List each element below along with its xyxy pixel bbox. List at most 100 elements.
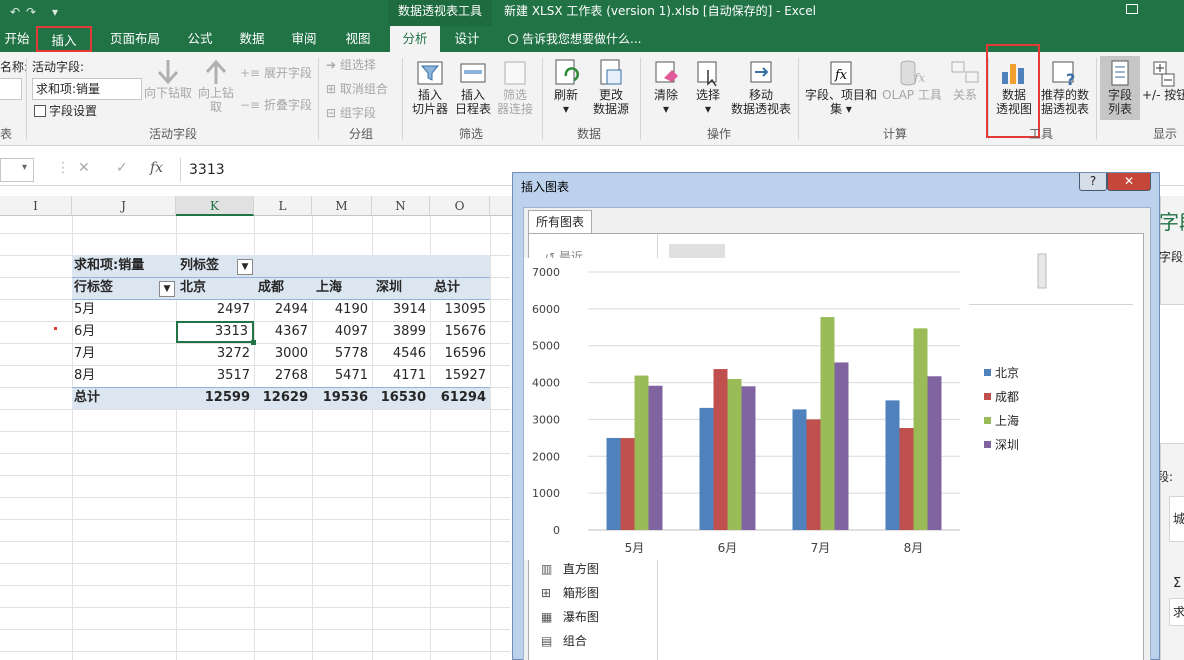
total-cell[interactable]: 16530 [372, 387, 430, 409]
side-combo[interactable]: ▤ 组合 [541, 632, 587, 649]
enter-icon[interactable]: ✓ [116, 160, 128, 176]
tab-home[interactable]: 开始 [0, 26, 34, 52]
cancel-icon[interactable]: ✕ [78, 160, 90, 176]
select-dropdown-icon: ▾ [704, 102, 712, 116]
bar-北京 [606, 437, 621, 530]
qat-customize-icon[interactable]: ▾ [52, 2, 58, 22]
insert-function-icon[interactable]: fx [150, 160, 163, 176]
pivot-cell[interactable]: 16596 [430, 343, 490, 365]
pivot-cell[interactable]: 3914 [372, 299, 430, 321]
side-histogram[interactable]: ▥ 直方图 [541, 560, 599, 577]
histogram-icon: ▥ [541, 562, 553, 576]
column-header-j[interactable]: J [72, 196, 176, 216]
pivot-chart-button[interactable]: 数据 透视图 [994, 58, 1034, 116]
close-button[interactable]: ✕ [1107, 173, 1151, 191]
pivot-cell[interactable]: 13095 [430, 299, 490, 321]
column-header-n[interactable]: N [372, 196, 430, 216]
field-settings-button[interactable]: 字段设置 [34, 104, 97, 118]
name-box[interactable] [0, 158, 34, 182]
tab-insert[interactable]: 插入 [36, 26, 92, 52]
pivot-chart[interactable]: 0 1000 2000 3000 4000 5000 6000 7000 5月 6月 7月 8月 [524, 258, 964, 560]
tab-page-layout[interactable]: 页面布局 [104, 26, 166, 52]
tab-formulas[interactable]: 公式 [180, 26, 220, 52]
pivot-cell[interactable]: 4190 [312, 299, 372, 321]
redo-icon[interactable]: ↷ [26, 2, 36, 22]
chart-thumb-3d-icon[interactable] [1035, 252, 1051, 292]
pivot-header-beijing: 北京 [180, 280, 207, 295]
pivot-cell[interactable]: 5471 [312, 365, 372, 387]
filter-connections-button[interactable]: 筛选 器连接 [496, 58, 534, 116]
col-filter-dropdown-icon[interactable]: ▼ [237, 259, 253, 275]
refresh-button[interactable]: 刷新 ▾ [548, 58, 584, 116]
pivot-cell[interactable]: 3899 [372, 321, 430, 343]
tab-review[interactable]: 审阅 [284, 26, 324, 52]
active-field-input[interactable]: 求和项:销量 [32, 78, 142, 100]
group-field-button[interactable]: ⊟ 组字段 [326, 106, 376, 120]
insert-slicer-button[interactable]: 插入 切片器 [410, 58, 450, 116]
pivot-cell[interactable]: 4367 [254, 321, 312, 343]
group-label-active-field: 活动字段 [148, 127, 197, 141]
pivot-cell[interactable]: 15676 [430, 321, 490, 343]
column-header-l[interactable]: L [254, 196, 312, 216]
clear-button[interactable]: 清除 ▾ [648, 58, 684, 116]
dialog-title: 插入图表 [521, 180, 570, 194]
pivot-cell[interactable]: 4546 [372, 343, 430, 365]
change-data-source-button[interactable]: 更改 数据源 [588, 58, 634, 116]
pivot-cell[interactable]: 3517 [176, 365, 254, 387]
field-pane-area-box[interactable]: 城 [1169, 496, 1184, 542]
collapse-field-button[interactable]: −≡ 折叠字段 [240, 98, 312, 112]
tab-design[interactable]: 设计 [446, 26, 488, 52]
recommended-pivot-button[interactable]: ? 推荐的数 据透视表 [1040, 58, 1090, 116]
insert-timeline-button[interactable]: 插入 日程表 [452, 58, 494, 116]
pivot-cell[interactable]: 2497 [176, 299, 254, 321]
relationships-button[interactable]: 关系 [946, 58, 984, 102]
pivot-cell[interactable]: 3272 [176, 343, 254, 365]
expand-field-button[interactable]: +≡ 展开字段 [240, 66, 312, 80]
total-cell[interactable]: 12599 [176, 387, 254, 409]
side-boxplot[interactable]: ⊞ 箱形图 [541, 584, 599, 601]
help-button[interactable]: ? [1079, 173, 1107, 191]
column-header-m[interactable]: M [312, 196, 372, 216]
olap-tools-button[interactable]: fx OLAP 工具 [882, 58, 942, 102]
drill-down-button[interactable]: 向下钻取 [144, 58, 192, 100]
pivot-cell[interactable]: 5778 [312, 343, 372, 365]
row-filter-icon[interactable]: ▼ [159, 281, 175, 297]
row-label: 5月 [74, 302, 96, 317]
total-cell[interactable]: 12629 [254, 387, 312, 409]
group-selection-button[interactable]: ➔ 组选择 [326, 58, 376, 72]
legend-entry: 成都 [984, 388, 1019, 405]
field-pane-list[interactable] [1159, 304, 1184, 444]
undo-icon[interactable]: ↶ [10, 2, 20, 22]
side-waterfall[interactable]: ▦ 瀑布图 [541, 608, 599, 625]
name-box-dropdown-icon[interactable]: ▾ [22, 162, 27, 173]
tab-view[interactable]: 视图 [338, 26, 378, 52]
pivot-col-label: 列标签 [180, 258, 220, 273]
pivot-cell[interactable]: 4097 [312, 321, 372, 343]
move-pivot-button[interactable]: 移动 数据透视表 [730, 58, 792, 116]
select-button[interactable]: 选择 ▾ [690, 58, 726, 116]
tell-me-search[interactable]: 告诉我您想要做什么... [508, 26, 641, 52]
tab-analyze[interactable]: 分析 [390, 26, 440, 52]
fields-items-sets-button[interactable]: fx 字段、项目和集 ▾ [804, 58, 878, 116]
field-pane-values-box[interactable]: 求 [1169, 598, 1184, 626]
drill-up-button[interactable]: 向上钻取 [196, 58, 236, 114]
pivot-cell[interactable]: 2494 [254, 299, 312, 321]
tab-data[interactable]: 数据 [232, 26, 272, 52]
ungroup-button[interactable]: ⊞ 取消组合 [326, 82, 388, 96]
pivot-cell[interactable]: 2768 [254, 365, 312, 387]
tab-all-charts[interactable]: 所有图表 [528, 210, 592, 234]
pivot-cell[interactable]: 4171 [372, 365, 430, 387]
pivot-cell[interactable]: 3000 [254, 343, 312, 365]
pivot-name-input[interactable] [0, 78, 22, 100]
plus-minus-buttons-button[interactable]: +/- 按钮 [1142, 58, 1184, 102]
field-list-button[interactable]: 字段 列表 [1100, 58, 1140, 116]
pivot-cell[interactable]: 15927 [430, 365, 490, 387]
column-header-k[interactable]: K [176, 196, 254, 216]
expand-icon: +≡ [240, 66, 261, 80]
ribbon-display-options-icon[interactable] [1126, 4, 1138, 14]
total-cell[interactable]: 61294 [430, 387, 490, 409]
active-cell[interactable]: 3313 [176, 321, 254, 343]
total-cell[interactable]: 19536 [312, 387, 372, 409]
column-header-i[interactable]: I [0, 196, 72, 216]
column-header-o[interactable]: O [430, 196, 490, 216]
